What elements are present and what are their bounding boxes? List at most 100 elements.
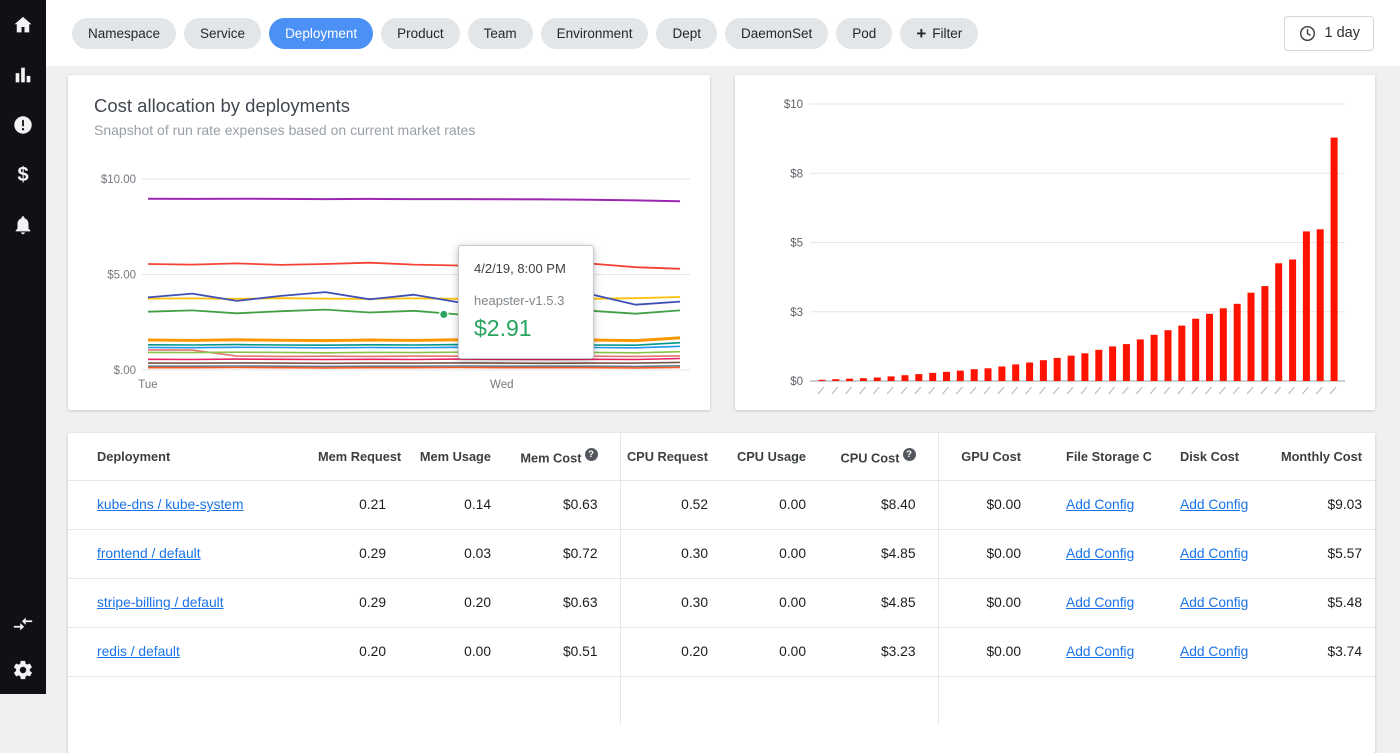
cost-bar[interactable]: [1192, 318, 1200, 381]
cost-bar[interactable]: [943, 371, 950, 381]
cost-bar[interactable]: [970, 369, 978, 381]
cost-bar[interactable]: [1067, 355, 1075, 381]
cost-bar[interactable]: [846, 378, 854, 381]
cell-monthly_cost: $9.03: [1327, 497, 1362, 512]
cost-bar[interactable]: [1026, 362, 1034, 382]
cost-bar[interactable]: [1330, 137, 1338, 381]
add-config-link[interactable]: Add Config: [1180, 644, 1248, 659]
time-range-button[interactable]: 1 day: [1283, 15, 1374, 51]
cost-bar[interactable]: [873, 377, 881, 382]
deployment-link[interactable]: stripe-billing / default: [97, 595, 224, 610]
chip-label: Pod: [852, 25, 877, 41]
column-label: Mem Cost: [520, 449, 582, 465]
cost-bar[interactable]: [984, 368, 992, 381]
cost-bar[interactable]: [915, 374, 923, 381]
cost-bar[interactable]: [887, 376, 895, 381]
cost-bar[interactable]: [1109, 346, 1117, 381]
filter-chip-daemonset[interactable]: DaemonSet: [724, 17, 829, 49]
deployment-link[interactable]: kube-dns / kube-system: [97, 497, 243, 512]
cost-bar[interactable]: [1302, 231, 1310, 381]
cost-bar[interactable]: [1178, 325, 1186, 381]
add-config-link[interactable]: Add Config: [1066, 644, 1134, 659]
column-header-mem_cost[interactable]: Mem Cost?: [513, 433, 620, 480]
cost-bar[interactable]: [1164, 330, 1172, 381]
cell-mem_usage: 0.00: [464, 644, 491, 659]
alert-icon[interactable]: [11, 113, 35, 137]
filter-chip-pod[interactable]: Pod: [836, 17, 893, 49]
add-config-link[interactable]: Add Config: [1066, 497, 1134, 512]
cost-bar[interactable]: [1219, 308, 1227, 381]
cost-bar[interactable]: [1289, 259, 1297, 382]
add-config-link[interactable]: Add Config: [1180, 497, 1248, 512]
filter-chip-dept[interactable]: Dept: [656, 17, 717, 49]
home-icon[interactable]: [11, 13, 35, 37]
table-header-row: Deployment Mem Request Mem Usage Mem Cost? C…: [68, 433, 1375, 480]
column-header-disk_cost[interactable]: Disk Cost: [1151, 433, 1261, 480]
add-config-link[interactable]: Add Config: [1180, 595, 1248, 610]
column-header-deployment[interactable]: Deployment: [68, 433, 318, 480]
filter-chip-product[interactable]: Product: [381, 17, 460, 49]
cost-bar[interactable]: [1053, 357, 1061, 381]
dollar-icon[interactable]: $: [11, 163, 35, 187]
cost-bar[interactable]: [929, 372, 937, 381]
cost-bar[interactable]: [1122, 344, 1130, 381]
cost-bar-chart[interactable]: $10 $8 $5 $3 $0: [735, 75, 1375, 410]
filter-chip-filter[interactable]: + Filter: [900, 17, 979, 49]
cell-disk_cost: Add Config: [1151, 627, 1261, 676]
add-config-link[interactable]: Add Config: [1066, 546, 1134, 561]
filter-chip-deployment[interactable]: Deployment: [269, 17, 374, 49]
column-header-mem_usage[interactable]: Mem Usage: [408, 433, 513, 480]
compare-arrows-icon[interactable]: [11, 612, 35, 636]
topbar: Namespace Service Deployment Product Team Env…: [46, 0, 1400, 66]
deployment-link[interactable]: redis / default: [97, 644, 180, 659]
cell-empty: [318, 676, 408, 725]
cost-bar[interactable]: [1247, 292, 1255, 381]
column-header-mem_request[interactable]: Mem Request: [318, 433, 408, 480]
cell-cpu_request: 0.30: [619, 529, 730, 578]
cell-deployment: stripe-billing / default: [68, 578, 318, 627]
cost-bar[interactable]: [1039, 360, 1047, 381]
cost-bar[interactable]: [818, 379, 826, 381]
cell-gpu_cost: $0.00: [937, 529, 1043, 578]
settings-icon[interactable]: [11, 658, 35, 682]
bell-icon[interactable]: [11, 213, 35, 237]
filter-chip-team[interactable]: Team: [467, 17, 533, 49]
add-config-link[interactable]: Add Config: [1180, 546, 1248, 561]
column-header-cpu_cost[interactable]: CPU Cost?: [828, 433, 938, 480]
svg-text:$3: $3: [790, 307, 803, 319]
cost-bar[interactable]: [1095, 349, 1103, 381]
column-label: Mem Usage: [419, 448, 491, 464]
cell-monthly_cost: $5.57: [1327, 546, 1362, 561]
cost-bar[interactable]: [1136, 339, 1144, 381]
cost-bar[interactable]: [1316, 229, 1324, 381]
column-header-cpu_usage[interactable]: CPU Usage: [730, 433, 828, 480]
cost-bar[interactable]: [956, 370, 964, 381]
cell-mem_cost: $0.51: [562, 644, 598, 659]
cost-bar[interactable]: [998, 366, 1006, 382]
time-range-label: 1 day: [1324, 25, 1360, 41]
cost-bar[interactable]: [859, 378, 867, 381]
filter-chip-environment[interactable]: Environment: [540, 17, 649, 49]
cost-bar[interactable]: [1081, 353, 1089, 381]
help-icon[interactable]: ?: [902, 447, 916, 461]
cost-bar[interactable]: [1275, 263, 1283, 381]
bar-chart-icon[interactable]: [11, 63, 35, 87]
filter-chip-namespace[interactable]: Namespace: [72, 17, 177, 49]
cell-mem_cost: $0.63: [562, 595, 598, 610]
column-header-file_storage_cost[interactable]: File Storage Co: [1043, 433, 1151, 480]
deployment-link[interactable]: frontend / default: [97, 546, 201, 561]
cost-bar[interactable]: [1206, 313, 1213, 381]
help-icon[interactable]: ?: [584, 447, 598, 461]
add-config-link[interactable]: Add Config: [1066, 595, 1134, 610]
column-header-gpu_cost[interactable]: GPU Cost: [937, 433, 1043, 480]
cost-bar[interactable]: [832, 379, 840, 381]
column-header-monthly_cost[interactable]: Monthly Cost: [1261, 433, 1375, 480]
column-header-cpu_request[interactable]: CPU Request: [619, 433, 730, 480]
cost-bar[interactable]: [901, 375, 909, 381]
filter-chip-service[interactable]: Service: [184, 17, 262, 49]
cost-bar[interactable]: [1012, 364, 1020, 381]
cost-bar[interactable]: [1233, 303, 1241, 381]
cost-bar[interactable]: [1261, 286, 1269, 381]
cost-bar[interactable]: [1150, 334, 1158, 381]
cell-file_storage_cost: Add Config: [1043, 627, 1151, 676]
